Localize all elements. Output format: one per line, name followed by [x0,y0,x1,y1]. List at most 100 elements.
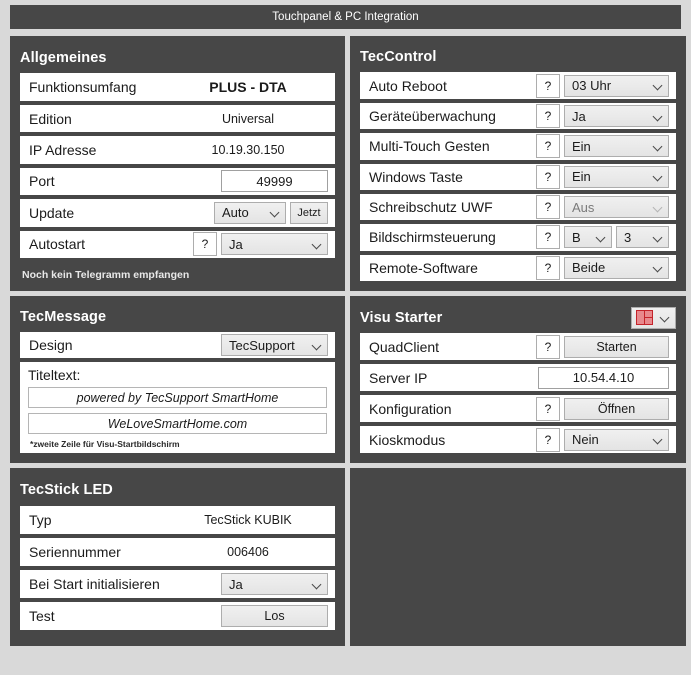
allgemeines-status-text: Noch kein Telegramm empfangen [22,269,190,281]
row-auto-reboot: Auto Reboot ? 03 Uhr [360,72,676,99]
panel-tecstick-header: TecStick LED [20,477,335,503]
row-label: Bildschirmsteuerung [369,229,496,246]
panel-tecmessage-header: TecMessage [20,305,335,329]
row-remote-software: Remote-Software ? Beide [360,254,676,281]
layout-grid-left [637,311,645,325]
auto-reboot-select[interactable]: 03 Uhr [564,74,669,97]
row-label: Funktionsumfang [29,79,137,96]
row-windows-taste: Windows Taste ? Ein [360,163,676,190]
row-label: Seriennummer [29,544,121,560]
geraeteueberwachung-help-button[interactable]: ? [536,104,560,129]
schreibschutz-help-button[interactable]: ? [536,195,560,220]
multi-touch-select[interactable]: Ein [564,135,669,158]
windows-taste-select[interactable]: Ein [564,165,669,188]
bildschirm-mode-select[interactable]: B [564,226,612,249]
auto-reboot-help-button[interactable]: ? [536,73,560,98]
row-quadclient: QuadClient ? Starten [360,333,676,361]
value-container: 10.19.30.150 [168,143,328,157]
chevron-down-icon [654,142,663,151]
design-value: TecSupport [229,337,295,353]
row-label: Konfiguration [369,400,452,417]
autostart-help-button[interactable]: ? [193,232,217,257]
row-edition: Edition Universal [20,104,335,133]
konfiguration-open-button[interactable]: Öffnen [564,397,669,420]
panel-visustarter: Visu Starter QuadClient ? Starten Server… [350,296,686,463]
chevron-down-icon [661,313,670,322]
windows-taste-value: Ein [572,169,591,185]
chevron-down-icon [654,203,663,212]
window-titlebar: Touchpanel & PC Integration [10,5,681,29]
row-port: Port 49999 [20,167,335,196]
autostart-select[interactable]: Ja [221,233,328,256]
schreibschutz-select[interactable]: Aus [564,196,669,219]
geraeteueberwachung-select[interactable]: Ja [564,105,669,128]
layout-grid-right [644,311,652,325]
quadclient-start-button[interactable]: Starten [564,335,669,358]
chevron-down-icon [271,208,280,217]
titeltext-line1-input[interactable]: powered by TecSupport SmartHome [28,387,327,408]
chevron-down-icon [654,81,663,90]
update-mode-select[interactable]: Auto [214,201,286,224]
bildschirm-count-select[interactable]: 3 [616,226,669,249]
row-label: Edition [29,110,72,127]
update-mode-value: Auto [222,205,249,221]
panel-allgemeines-header: Allgemeines [20,45,335,70]
panel-teccontrol-title: TecControl [360,49,437,66]
panel-teccontrol-header: TecControl [360,45,676,69]
row-label: Autostart [29,236,86,253]
update-now-button[interactable]: Jetzt [290,201,328,224]
schreibschutz-value: Aus [572,199,595,215]
row-multi-touch-gesten: Multi-Touch Gesten ? Ein [360,133,676,160]
panel-teccontrol: TecControl Auto Reboot ? 03 Uhr Geräteüb… [350,36,686,291]
panel-visustarter-title: Visu Starter [360,309,443,326]
row-label: Multi-Touch Gesten [369,138,490,155]
row-funktionsumfang: Funktionsumfang PLUS - DTA [20,73,335,101]
visu-layout-select[interactable] [631,306,676,329]
panel-tecmessage: TecMessage Design TecSupport Titeltext: … [10,296,345,463]
row-schreibschutz-uwf: Schreibschutz UWF ? Aus [360,193,676,221]
quadclient-help-button[interactable]: ? [536,334,560,359]
windows-taste-help-button[interactable]: ? [536,164,560,189]
kioskmodus-select[interactable]: Nein [564,428,669,451]
multi-touch-help-button[interactable]: ? [536,134,560,159]
titeltext-line2-input[interactable]: WeLoveSmartHome.com [28,413,327,434]
chevron-down-icon [654,263,663,272]
bildschirmsteuerung-help-button[interactable]: ? [536,225,560,250]
design-select[interactable]: TecSupport [221,334,328,357]
chevron-down-icon [654,435,663,444]
value-container: Universal [168,112,328,126]
kioskmodus-help-button[interactable]: ? [536,427,560,452]
panel-tecstick-title: TecStick LED [20,482,113,498]
seriennummer-value: 006406 [227,545,269,559]
row-geraeteueberwachung: Geräteüberwachung ? Ja [360,102,676,130]
ip-adresse-value: 10.19.30.150 [211,143,285,158]
row-typ: Typ TecStick KUBIK [20,506,335,534]
init-on-start-select[interactable]: Ja [221,573,328,595]
row-label: Schreibschutz UWF [369,199,493,216]
row-label: Update [29,204,75,221]
layout-grid-icon [636,310,653,326]
row-label: Typ [29,512,52,528]
chevron-down-icon [654,112,663,121]
titeltext-block: Titeltext: powered by TecSupport SmartHo… [20,362,335,453]
chevron-down-icon [654,172,663,181]
row-konfiguration: Konfiguration ? Öffnen [360,395,676,423]
titeltext-footnote: *zweite Zeile für Visu-Startbildschirm [30,439,180,449]
remote-software-help-button[interactable]: ? [536,255,560,280]
row-seriennummer: Seriennummer 006406 [20,538,335,566]
window-title: Touchpanel & PC Integration [272,11,419,23]
led-test-button[interactable]: Los [221,605,328,627]
row-label: Port [29,173,55,190]
konfiguration-help-button[interactable]: ? [536,396,560,421]
value-container: 006406 [168,545,328,559]
row-label: Remote-Software [369,259,478,276]
auto-reboot-value: 03 Uhr [572,78,612,94]
port-input[interactable]: 49999 [221,170,328,193]
row-update: Update Auto Jetzt [20,199,335,227]
titeltext-label: Titeltext: [28,367,81,383]
remote-software-select[interactable]: Beide [564,256,669,279]
row-label: Server IP [369,369,428,386]
kioskmodus-value: Nein [572,432,599,447]
server-ip-input[interactable]: 10.54.4.10 [538,366,669,389]
row-label: IP Adresse [29,142,97,159]
